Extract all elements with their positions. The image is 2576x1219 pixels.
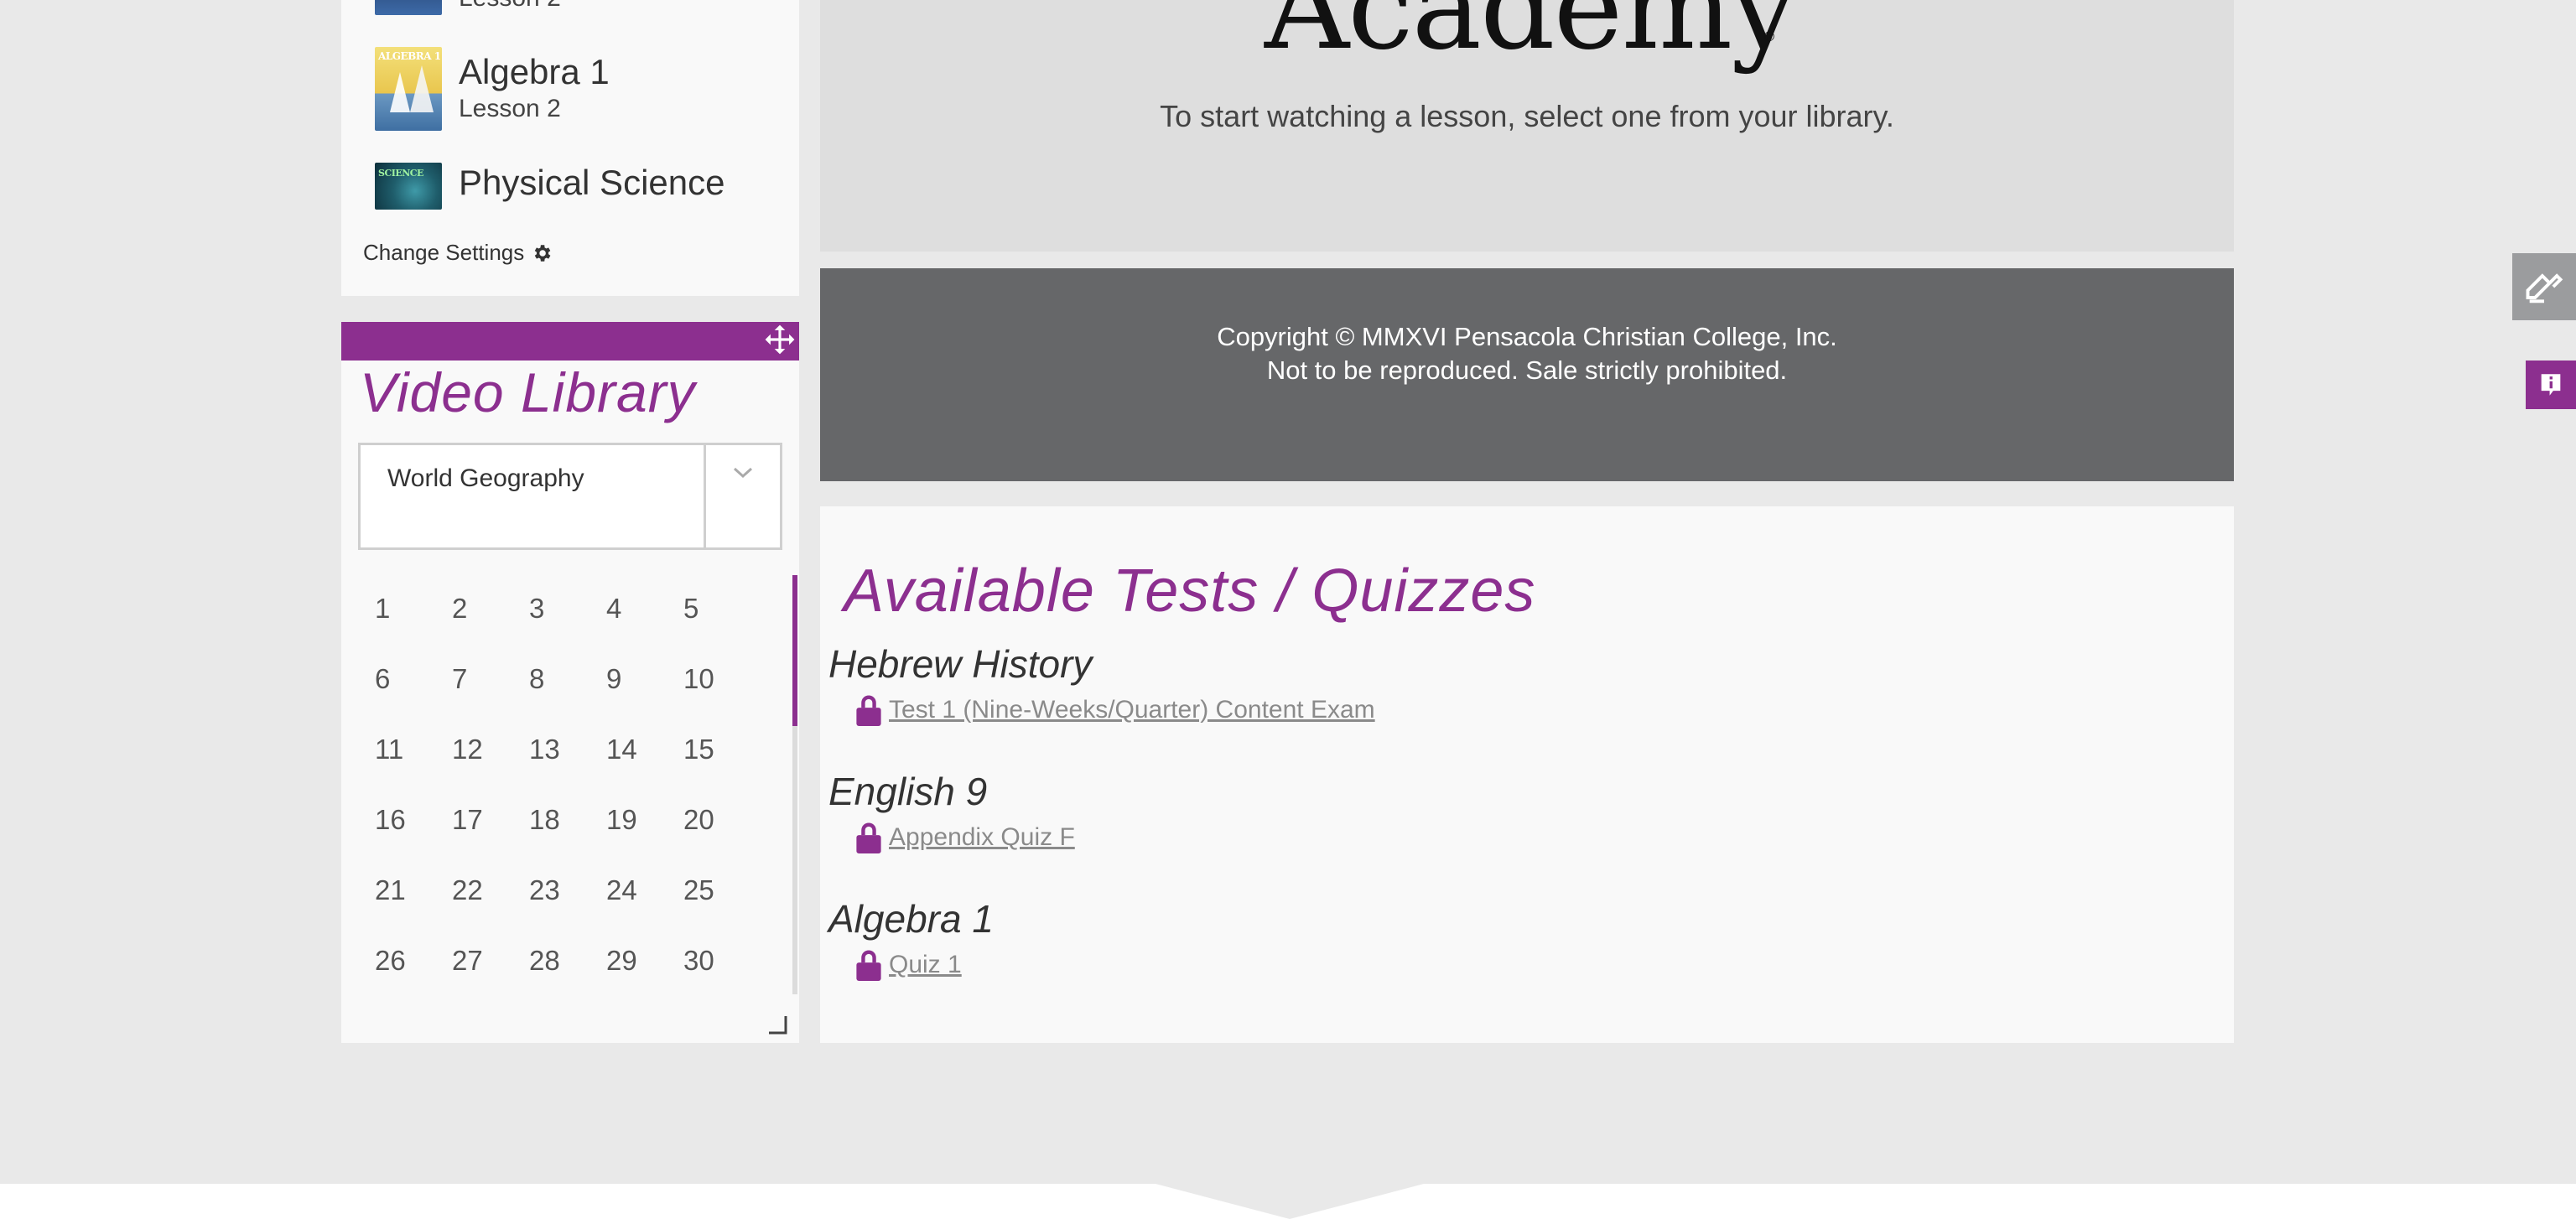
course-select[interactable]: World Geography [358,443,782,550]
course-select-value: World Geography [361,445,706,547]
lesson-number[interactable]: 3 [529,573,606,644]
lesson-number[interactable]: 26 [375,926,452,996]
lesson-number[interactable]: 5 [683,573,761,644]
lesson-number[interactable]: 9 [606,644,683,714]
lesson-number[interactable]: 18 [529,785,606,855]
move-icon[interactable] [764,324,796,355]
style-side-tab[interactable] [2512,253,2576,320]
lesson-number[interactable]: 6 [375,644,452,714]
lesson-number[interactable]: 2 [452,573,529,644]
video-player-area: Academy ® To start watching a lesson, se… [820,0,2234,252]
video-library-drag-bar[interactable] [341,322,799,361]
recent-lessons-panel: Lesson 2 ALGEBRA 1 Algebra 1 Lesson 2 SC… [341,0,799,296]
course-name: Hebrew History [828,642,1093,686]
brand-registered-mark: ® [1763,29,1776,44]
lesson-number[interactable]: 7 [452,644,529,714]
lesson-number[interactable]: 25 [683,855,761,926]
info-icon [2541,374,2561,396]
test-link[interactable]: Appendix Quiz F [889,823,1075,852]
test-item[interactable]: Appendix Quiz F [854,822,1075,853]
algebra-book-thumbnail: ALGEBRA 1 [375,47,442,131]
test-item[interactable]: Test 1 (Nine-Weeks/Quarter) Content Exam [854,694,1375,726]
lesson-number[interactable]: 12 [452,714,529,785]
lesson-number[interactable]: 19 [606,785,683,855]
lesson-number[interactable]: 11 [375,714,452,785]
lock-icon [856,695,881,726]
recent-lesson-algebra[interactable]: ALGEBRA 1 Algebra 1 Lesson 2 [375,47,610,131]
course-group: Hebrew History Test 1 (Nine-Weeks/Quarte… [828,641,1375,726]
lesson-number[interactable]: 21 [375,855,452,926]
lesson-scrollbar[interactable] [792,575,797,994]
lesson-number[interactable]: 16 [375,785,452,855]
course-group: English 9 Appendix Quiz F [828,768,1075,853]
paint-brush-icon [2526,273,2563,303]
lesson-number[interactable]: 22 [452,855,529,926]
change-settings-link[interactable]: Change Settings [363,240,553,266]
change-settings-label: Change Settings [363,240,525,265]
recent-lesson-title: Physical Science [459,163,725,202]
resize-icon[interactable] [767,1014,787,1035]
info-side-tab[interactable] [2526,361,2576,409]
lesson-number[interactable]: 15 [683,714,761,785]
lesson-number[interactable]: 28 [529,926,606,996]
video-library-widget: Video Library World Geography 1234567891… [341,322,799,1043]
lesson-scrollbar-thumb[interactable] [792,575,797,726]
recent-lesson-physical-science[interactable]: SCIENCE Physical Science [375,163,724,210]
footer-notch [1156,1184,1424,1219]
test-item[interactable]: Quiz 1 [854,949,994,981]
lesson-number[interactable]: 23 [529,855,606,926]
chevron-down-icon [733,467,753,479]
lesson-number[interactable]: 20 [683,785,761,855]
lesson-number[interactable]: 1 [375,573,452,644]
course-select-toggle[interactable] [706,445,780,547]
recent-lesson-subtitle: Lesson 2 [459,0,561,15]
test-link[interactable]: Test 1 (Nine-Weeks/Quarter) Content Exam [889,696,1375,724]
course-name: English 9 [828,770,988,813]
lesson-number[interactable]: 8 [529,644,606,714]
video-library-title: Video Library [360,361,696,423]
gear-icon [535,244,551,262]
lesson-number[interactable]: 24 [606,855,683,926]
lock-icon [856,822,881,853]
science-book-thumbnail: SCIENCE [375,163,442,210]
lesson-number[interactable]: 30 [683,926,761,996]
tests-title: Available Tests / Quizzes [844,558,1536,625]
course-group: Algebra 1 Quiz 1 [828,895,994,981]
copyright-banner: Copyright © MMXVI Pensacola Christian Co… [820,268,2234,481]
copyright-line-2: Not to be reproduced. Sale strictly proh… [1266,355,1788,385]
lesson-number[interactable]: 4 [606,573,683,644]
lesson-number[interactable]: 17 [452,785,529,855]
recent-lesson-title: Algebra 1 [459,52,610,91]
recent-lesson-item[interactable]: Lesson 2 [375,0,561,15]
lock-icon [856,950,881,981]
lesson-number[interactable]: 29 [606,926,683,996]
lesson-number[interactable]: 13 [529,714,606,785]
recent-lesson-subtitle: Lesson 2 [459,95,561,122]
lesson-number[interactable]: 14 [606,714,683,785]
copyright-line-1: Copyright © MMXVI Pensacola Christian Co… [1217,322,1837,351]
lesson-number[interactable]: 27 [452,926,529,996]
brand-logo: Academy [1265,0,1797,76]
player-empty-message: To start watching a lesson, select one f… [1160,99,1894,133]
available-tests-panel: Available Tests / Quizzes Hebrew History… [820,506,2234,1043]
lesson-number[interactable]: 10 [683,644,761,714]
book-thumbnail [375,0,442,15]
test-link[interactable]: Quiz 1 [889,951,962,979]
course-name: Algebra 1 [828,897,994,941]
lesson-number-grid: 1 2 3 4 5 6 7 8 9 10 11 12 13 14 15 16 17 18 19 20 21 22 23 24 2… [375,573,744,996]
